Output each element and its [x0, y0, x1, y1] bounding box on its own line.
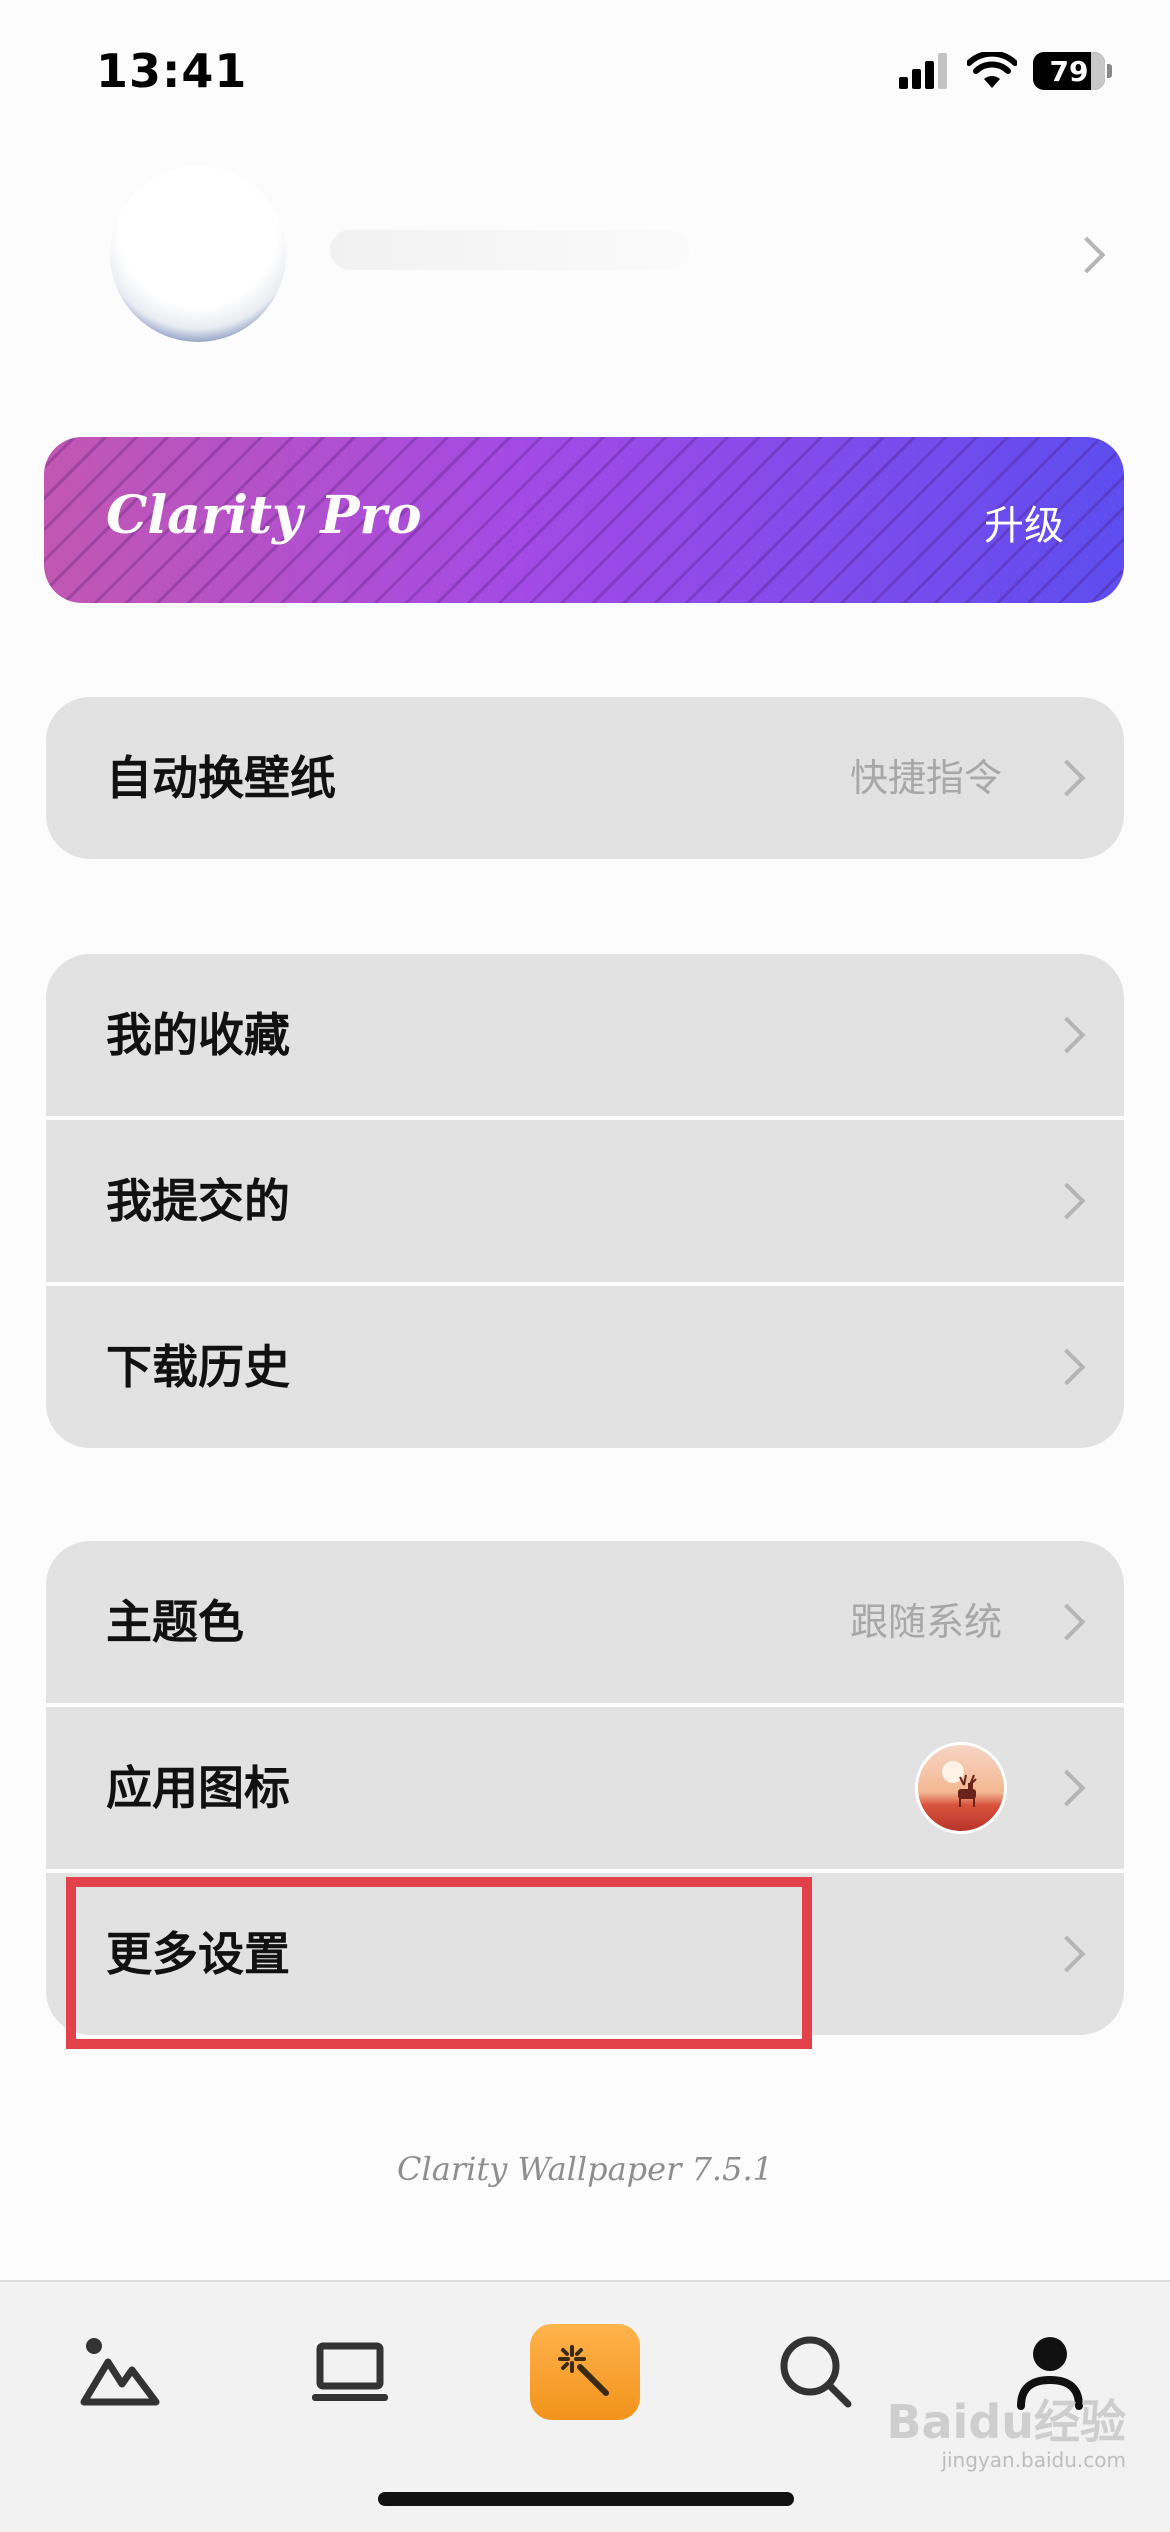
status-icons: 79 [899, 52, 1112, 90]
highlight-annotation [66, 1877, 812, 2049]
desktop-tab[interactable] [290, 2312, 410, 2432]
chevron-right-icon [1048, 1016, 1086, 1054]
row-value: 快捷指令 [849, 756, 1002, 800]
search-icon [780, 2336, 852, 2408]
row-label: 下载历史 [106, 1340, 290, 1394]
status-time: 13:41 [96, 44, 248, 98]
status-bar: 13:41 79 [0, 0, 1170, 150]
chevron-right-icon [1048, 1603, 1086, 1641]
battery-level: 79 [1033, 52, 1105, 90]
magic-tab-button[interactable] [530, 2324, 640, 2420]
profile-header[interactable] [0, 160, 1170, 350]
mountains-icon [80, 2338, 160, 2406]
row-value: 跟随系统 [849, 1600, 1002, 1644]
settings-group-auto: 自动换壁纸 快捷指令 [46, 697, 1124, 859]
watermark-brand: Baidu经验 [886, 2395, 1126, 2449]
avatar[interactable] [110, 166, 286, 342]
upgrade-button[interactable]: 升级 [984, 493, 1064, 551]
row-submitted[interactable]: 我提交的 [46, 1120, 1124, 1286]
search-tab[interactable] [756, 2312, 876, 2432]
profile-name [330, 230, 690, 270]
row-label: 自动换壁纸 [106, 751, 336, 805]
row-label: 我提交的 [106, 1174, 290, 1228]
battery-icon: 79 [1033, 52, 1112, 90]
row-app-icon[interactable]: 应用图标 [46, 1707, 1124, 1873]
chevron-right-icon [1048, 759, 1086, 797]
row-label: 主题色 [106, 1595, 244, 1649]
magic-wand-icon [558, 2345, 609, 2396]
magic-tab[interactable] [525, 2312, 645, 2432]
gallery-tab[interactable] [60, 2312, 180, 2432]
signal-icon [899, 53, 947, 89]
watermark-url: jingyan.baidu.com [941, 2448, 1126, 2472]
row-auto-wallpaper[interactable]: 自动换壁纸 快捷指令 [46, 697, 1124, 859]
battery-percent: 79 [1049, 54, 1089, 88]
app-version: Clarity Wallpaper 7.5.1 [397, 2150, 773, 2188]
deer-app-icon [918, 1745, 1004, 1831]
chevron-right-icon [1048, 1935, 1086, 1973]
wifi-icon [967, 52, 1017, 88]
row-label: 我的收藏 [106, 1008, 290, 1062]
settings-group-library: 我的收藏 我提交的 下载历史 [46, 954, 1124, 1448]
chevron-right-icon [1048, 1769, 1086, 1807]
chevron-right-icon [1048, 1348, 1086, 1386]
chevron-right-icon [1068, 236, 1106, 274]
row-favorites[interactable]: 我的收藏 [46, 954, 1124, 1120]
home-indicator[interactable] [378, 2492, 794, 2506]
chevron-right-icon [1048, 1182, 1086, 1220]
row-download-history[interactable]: 下载历史 [46, 1286, 1124, 1448]
row-label: 应用图标 [106, 1761, 290, 1815]
row-theme-color[interactable]: 主题色 跟随系统 [46, 1541, 1124, 1707]
clarity-pro-banner[interactable]: Clarity Pro 升级 [44, 437, 1124, 603]
pro-title: Clarity Pro [106, 485, 422, 546]
laptop-icon [312, 2342, 388, 2401]
profile-page: 13:41 79 Clarity Pro 升级 自动换壁纸 快捷指令 我的收藏 … [0, 0, 1170, 2532]
